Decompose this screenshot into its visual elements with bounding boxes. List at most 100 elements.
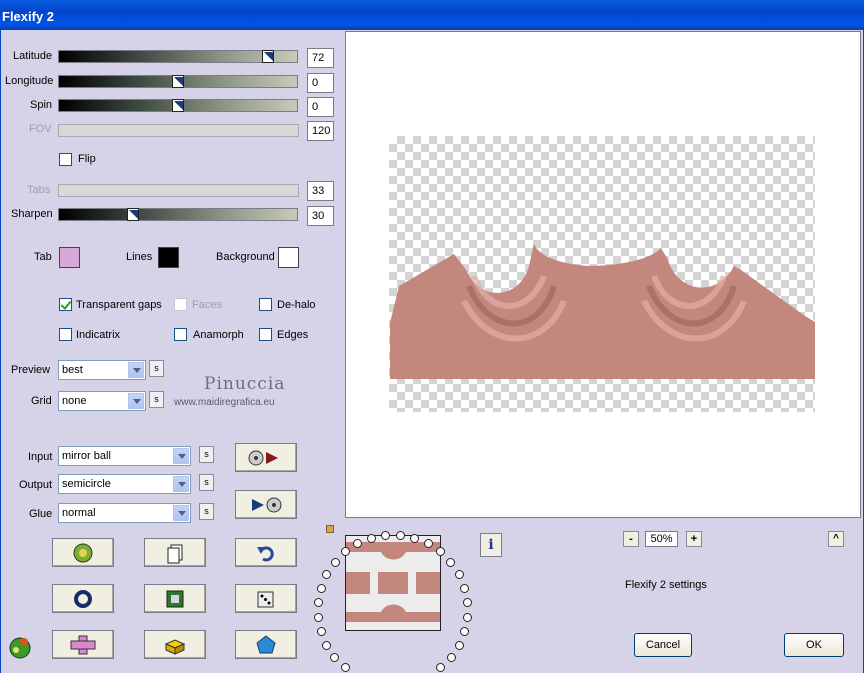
sharpen-slider[interactable] — [58, 208, 298, 221]
glue-label: Glue — [29, 508, 53, 520]
longitude-slider-thumb[interactable] — [172, 75, 184, 88]
title-bar: Flexify 2 — [0, 0, 864, 30]
tab-color-swatch[interactable] — [59, 247, 80, 268]
de-halo-checkbox[interactable] — [259, 298, 272, 311]
transparent-gaps-label: Transparent gaps — [76, 299, 162, 311]
ring-dot[interactable] — [454, 640, 464, 650]
ring-dot[interactable] — [460, 627, 470, 637]
fov-label: FOV — [29, 123, 52, 135]
play-input-button[interactable] — [235, 443, 297, 472]
preview-mode-s-button[interactable]: s — [149, 360, 164, 377]
flip-checkbox[interactable] — [59, 153, 72, 166]
pentagon-button[interactable] — [235, 630, 297, 659]
undo-button[interactable] — [235, 538, 297, 567]
ring-dot[interactable] — [316, 583, 326, 593]
ok-button[interactable]: OK — [784, 633, 844, 657]
output-s-button[interactable]: s — [199, 474, 214, 491]
preview-mode-value: best — [62, 364, 83, 376]
zoom-value[interactable]: 50% — [645, 531, 678, 547]
glue-select[interactable]: normal — [58, 503, 191, 523]
copy-icon — [167, 544, 183, 563]
ring-dot[interactable] — [446, 557, 456, 567]
background-color-label: Background — [216, 251, 275, 263]
transparent-gaps-checkbox[interactable] — [59, 298, 72, 311]
frame-button[interactable] — [144, 584, 206, 613]
yellow-brick-icon — [164, 638, 186, 655]
zoom-out-button[interactable]: - — [623, 531, 639, 547]
copy-button[interactable] — [144, 538, 206, 567]
dialog-client: Latitude 72 Longitude 0 Spin 0 FOV 120 F… — [0, 30, 864, 673]
indicatrix-label: Indicatrix — [76, 329, 121, 341]
input-select[interactable]: mirror ball — [58, 446, 191, 466]
edges-checkbox[interactable] — [259, 328, 272, 341]
ring-dot[interactable] — [410, 533, 420, 543]
ring-dot[interactable] — [313, 612, 323, 622]
latitude-value[interactable]: 72 — [307, 48, 334, 68]
chevron-down-icon — [128, 362, 144, 378]
randomize-button[interactable] — [52, 538, 114, 567]
latitude-slider[interactable] — [58, 50, 298, 63]
preview-image — [390, 244, 815, 379]
background-color-swatch[interactable] — [278, 247, 299, 268]
info-button[interactable]: i — [480, 533, 502, 557]
ring-dot[interactable] — [366, 533, 376, 543]
ring-dot[interactable] — [395, 530, 405, 540]
ring-dot[interactable] — [463, 597, 473, 607]
green-swirl-icon — [73, 543, 93, 562]
dice-button[interactable] — [235, 584, 297, 613]
spin-label: Spin — [30, 99, 53, 111]
thumbnail-image — [346, 536, 440, 630]
lines-color-label: Lines — [126, 251, 153, 263]
ring-dot[interactable] — [322, 640, 332, 650]
lego-button[interactable] — [144, 630, 206, 659]
ring-dot[interactable] — [436, 547, 446, 557]
output-label: Output — [19, 479, 53, 491]
edges-label: Edges — [277, 329, 309, 341]
longitude-slider[interactable] — [58, 75, 298, 88]
grid-s-button[interactable]: s — [149, 391, 164, 408]
output-select[interactable]: semicircle — [58, 474, 191, 494]
tab-color-label: Tab — [34, 251, 52, 263]
sharpen-value[interactable]: 30 — [307, 206, 334, 226]
grid-label: Grid — [31, 395, 52, 407]
ring-dot[interactable] — [340, 663, 350, 673]
ring-button[interactable] — [52, 584, 114, 613]
ring-dot[interactable] — [463, 612, 473, 622]
ring-dot[interactable] — [316, 627, 326, 637]
spin-slider[interactable] — [58, 99, 298, 112]
cancel-button[interactable]: Cancel — [634, 633, 692, 657]
indicatrix-checkbox[interactable] — [59, 328, 72, 341]
spin-value[interactable]: 0 — [307, 97, 334, 117]
dice-icon — [257, 591, 274, 607]
latitude-slider-thumb[interactable] — [262, 50, 274, 63]
ring-dot[interactable] — [436, 663, 446, 673]
ring-dot[interactable] — [381, 530, 391, 540]
ring-dot[interactable] — [454, 570, 464, 580]
sharpen-slider-thumb[interactable] — [127, 208, 139, 221]
ring-dot[interactable] — [330, 557, 340, 567]
glue-s-button[interactable]: s — [199, 503, 214, 520]
input-value: mirror ball — [62, 450, 111, 462]
thumbnail-handle[interactable] — [326, 525, 334, 533]
chevron-down-icon — [173, 448, 189, 464]
spin-slider-thumb[interactable] — [172, 99, 184, 112]
anamorph-checkbox[interactable] — [174, 328, 187, 341]
ring-dot[interactable] — [446, 652, 456, 662]
zoom-in-button[interactable]: + — [686, 531, 702, 547]
ring-dot[interactable] — [322, 570, 332, 580]
ring-dot[interactable] — [330, 652, 340, 662]
lines-color-swatch[interactable] — [158, 247, 179, 268]
blue-pentagon-icon — [256, 634, 276, 653]
glue-value: normal — [62, 507, 96, 519]
input-label: Input — [28, 451, 53, 463]
grid-select[interactable]: none — [58, 391, 146, 411]
thumbnail-preview — [345, 535, 441, 631]
input-s-button[interactable]: s — [199, 446, 214, 463]
ring-dot[interactable] — [460, 583, 470, 593]
scroll-up-button[interactable]: ^ — [828, 531, 844, 547]
ring-dot[interactable] — [313, 597, 323, 607]
longitude-value[interactable]: 0 — [307, 73, 334, 93]
cross-button[interactable] — [52, 630, 114, 659]
play-output-button[interactable] — [235, 490, 297, 519]
preview-mode-select[interactable]: best — [58, 360, 146, 380]
